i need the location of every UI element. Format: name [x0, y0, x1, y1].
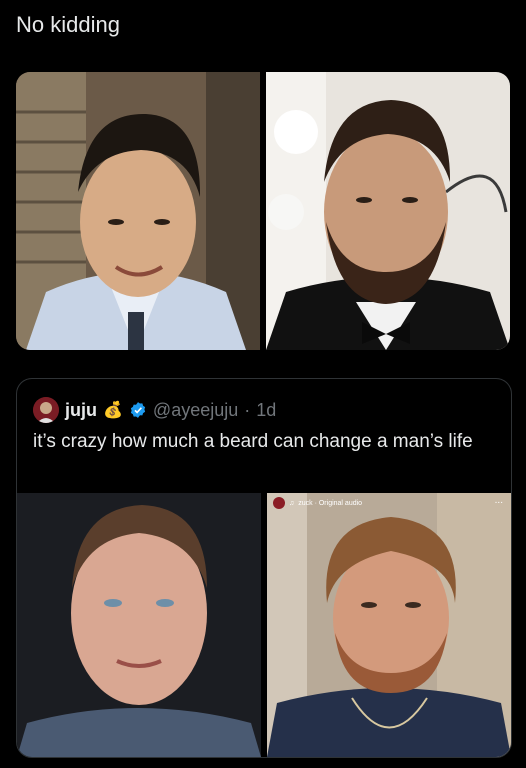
reel-audio-label: zuck · Original audio [298, 499, 363, 507]
photo-clean-shaven-before[interactable] [17, 493, 261, 757]
music-note-icon: ♫ [289, 499, 295, 507]
avatar[interactable] [33, 397, 59, 423]
display-name[interactable]: juju [65, 400, 97, 421]
money-bag-emoji: 💰 [103, 402, 123, 419]
separator-dot: · [244, 399, 251, 420]
reel-avatar [273, 497, 285, 509]
photo-bearded-man[interactable] [266, 72, 510, 350]
handle[interactable]: @ayeejuju [153, 400, 238, 421]
quote-text: it’s crazy how much a beard can change a… [33, 431, 473, 452]
post-age[interactable]: 1d [256, 400, 276, 421]
quoted-post-card[interactable]: juju 💰 @ayeejuju · 1d it’s crazy how muc… [16, 378, 512, 758]
media-grid [16, 72, 510, 350]
photo-clean-shaven-man[interactable] [16, 72, 260, 350]
verified-badge-icon [130, 402, 146, 418]
photo-bearded-after[interactable]: ♫ zuck · Original audio ... [267, 493, 511, 757]
reel-info-bar: ♫ zuck · Original audio [273, 497, 362, 509]
quote-header: juju 💰 @ayeejuju · 1d [33, 397, 276, 423]
more-options-icon[interactable]: ... [495, 495, 503, 506]
post-text: No kidding [16, 12, 120, 37]
